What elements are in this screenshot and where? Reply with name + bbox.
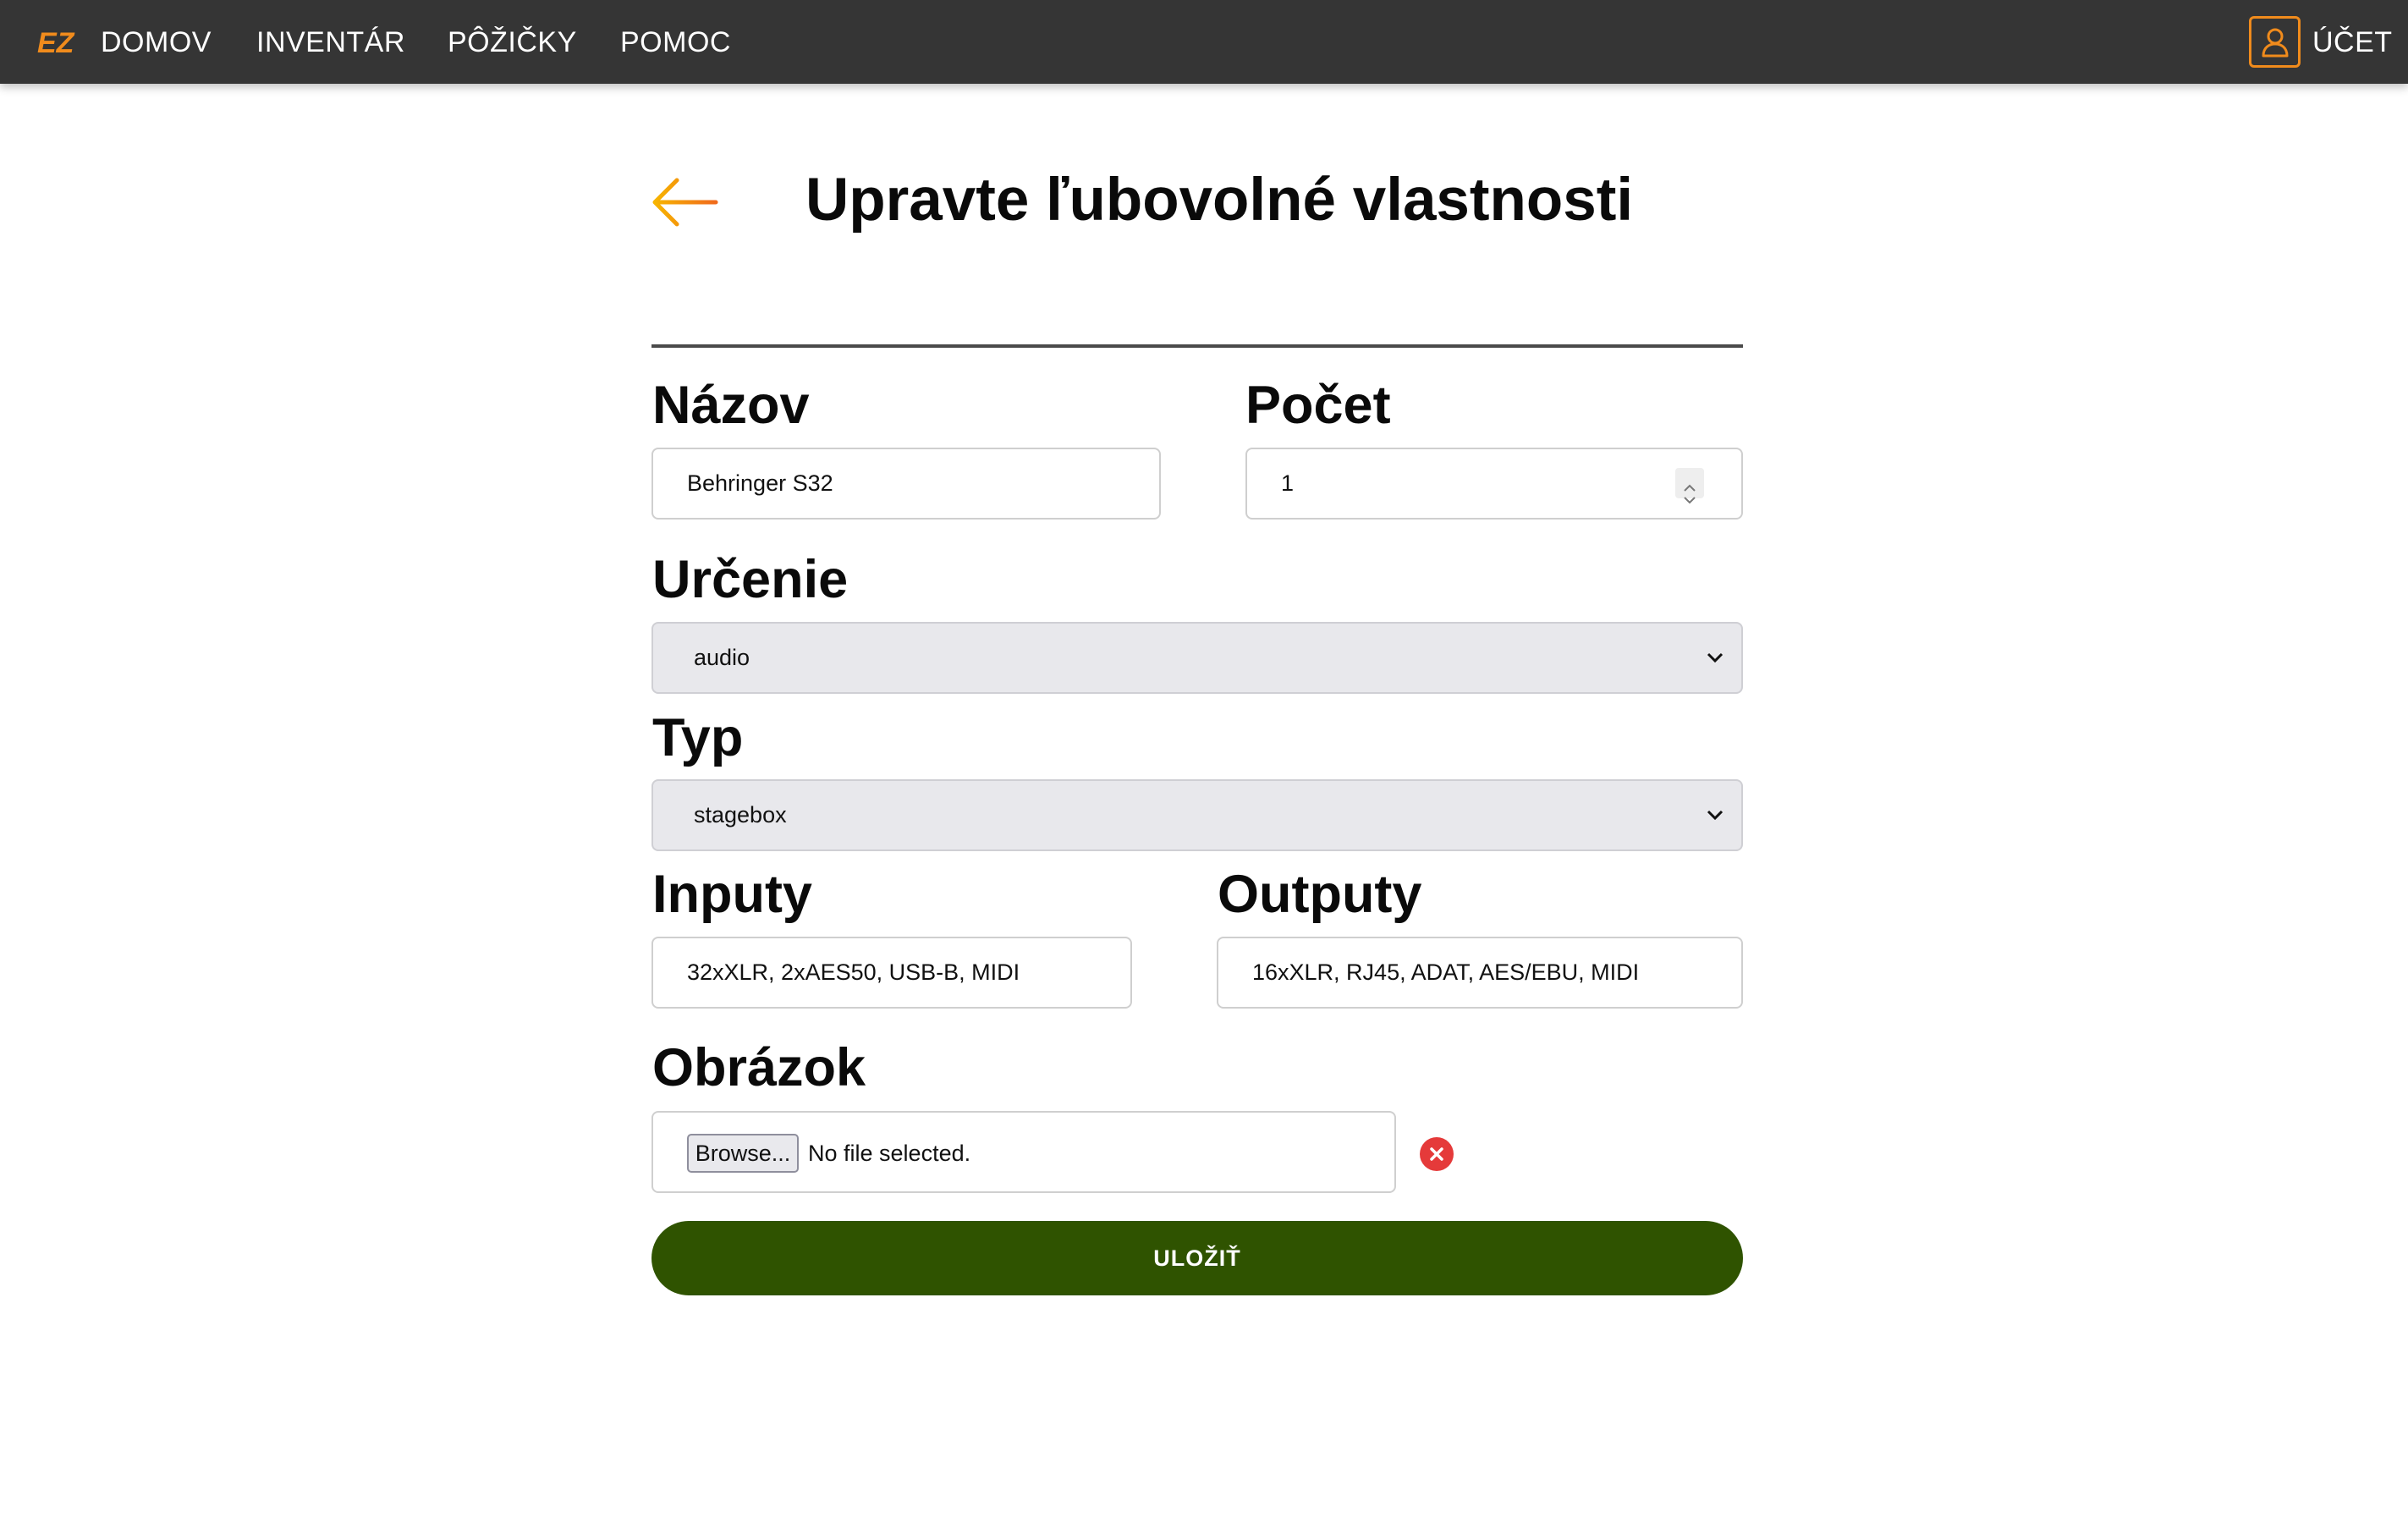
account-icon[interactable] [2249, 16, 2301, 68]
name-label: Názov [652, 376, 810, 435]
stepper-arrows-icon [1684, 484, 1696, 504]
ez-logo[interactable]: EZ [37, 27, 86, 58]
user-icon [2262, 28, 2289, 58]
nav-item-account[interactable]: ÚČET [2312, 24, 2393, 61]
nav-item-inventar[interactable]: INVENTÁR [256, 24, 405, 61]
purpose-selected-value: audio [694, 645, 750, 670]
page-title: Upravte ľubovolné vlastnosti [805, 167, 1634, 234]
count-value: 1 [1281, 470, 1295, 496]
close-icon [1430, 1147, 1443, 1161]
type-selected-value: stagebox [694, 802, 787, 827]
purpose-select[interactable]: audio [651, 622, 1743, 694]
image-file-input[interactable]: Browse... No file selected. [651, 1111, 1396, 1193]
number-stepper[interactable] [1675, 468, 1704, 504]
count-input[interactable]: 1 [1245, 448, 1743, 520]
clear-image-button[interactable] [1420, 1137, 1454, 1171]
top-nav-bar: EZ DOMOV INVENTÁR PÔŽIČKY POMOC ÚČET [0, 0, 2408, 84]
divider [651, 344, 1743, 348]
name-input[interactable]: Behringer S32 [651, 448, 1161, 520]
nav-item-pozicky[interactable]: PÔŽIČKY [448, 24, 577, 61]
outputs-field[interactable]: 16xXLR, RJ45, ADAT, AES/EBU, MIDI [1217, 937, 1743, 1009]
inputs-label: Inputy [652, 865, 812, 924]
inputs-field[interactable]: 32xXLR, 2xAES50, USB-B, MIDI [651, 937, 1132, 1009]
chevron-down-icon [1707, 810, 1724, 821]
browse-button[interactable]: Browse... [687, 1134, 799, 1173]
purpose-label: Určenie [652, 550, 849, 609]
back-arrow-icon[interactable] [651, 175, 719, 229]
nav-item-pomoc[interactable]: POMOC [620, 24, 731, 61]
outputs-label: Outputy [1218, 865, 1422, 924]
chevron-down-icon [1707, 652, 1724, 663]
type-label: Typ [652, 708, 744, 767]
image-label: Obrázok [652, 1038, 866, 1097]
nav-item-domov[interactable]: DOMOV [101, 24, 212, 61]
type-select[interactable]: stagebox [651, 779, 1743, 851]
count-label: Počet [1245, 376, 1391, 435]
file-status: No file selected. [808, 1141, 971, 1166]
svg-text:EZ: EZ [37, 27, 75, 58]
save-button[interactable]: ULOŽIŤ [651, 1221, 1743, 1295]
